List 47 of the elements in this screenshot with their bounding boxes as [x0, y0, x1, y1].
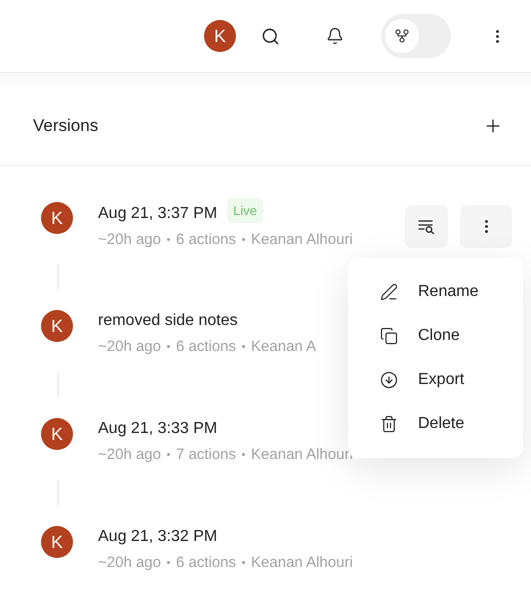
panel-title: Versions — [33, 116, 98, 136]
separator-dot — [242, 238, 246, 241]
version-title[interactable]: Aug 21, 3:33 PM — [98, 420, 218, 438]
author-avatar: K — [41, 202, 73, 234]
version-meta: 6 actions — [176, 231, 236, 248]
separator-dot — [166, 345, 170, 348]
separator-dot — [166, 561, 170, 564]
kebab-icon — [484, 220, 488, 233]
separator-dot — [242, 453, 246, 456]
menu-item[interactable]: Clone — [348, 314, 523, 358]
search-icon — [260, 26, 280, 46]
separator-dot — [242, 345, 246, 348]
version-meta: Keanan A — [251, 338, 316, 355]
version-meta: Keanan Alhouri — [251, 231, 353, 248]
author-avatar: K — [41, 526, 73, 558]
author-avatar: K — [41, 418, 73, 450]
version-title[interactable]: removed side notes — [98, 312, 238, 330]
version-title[interactable]: Aug 21, 3:37 PM — [98, 204, 218, 222]
version-meta: ~20h ago — [98, 231, 161, 248]
menu-item[interactable]: Export — [348, 358, 523, 402]
version-meta: Keanan Alhouri — [251, 446, 353, 463]
filter-search-button[interactable] — [405, 205, 448, 248]
version-meta: Keanan Alhouri — [251, 554, 353, 571]
version-meta: 6 actions — [176, 554, 236, 571]
branch-toggle[interactable] — [381, 14, 451, 58]
version-meta: ~20h ago — [98, 446, 161, 463]
separator-dot — [166, 453, 170, 456]
separator-dot — [242, 561, 246, 564]
bell-icon — [326, 27, 344, 45]
trash-icon — [380, 415, 398, 433]
live-badge: Live — [227, 198, 264, 223]
version-meta: 7 actions — [176, 446, 236, 463]
pencil-icon — [380, 283, 398, 301]
list-search-icon — [418, 219, 435, 234]
menu-item[interactable]: Delete — [348, 402, 523, 446]
menu-item[interactable]: Rename — [348, 270, 523, 314]
separator-dot — [166, 238, 170, 241]
user-avatar[interactable]: K — [204, 20, 236, 52]
branch-icon — [394, 28, 410, 44]
copy-icon — [380, 327, 398, 345]
version-title[interactable]: Aug 21, 3:32 PM — [98, 528, 218, 546]
version-meta: ~20h ago — [98, 554, 161, 571]
kebab-icon — [496, 30, 498, 42]
version-meta: ~20h ago — [98, 338, 161, 355]
version-meta: 6 actions — [176, 338, 236, 355]
author-avatar: K — [41, 310, 73, 342]
download-icon — [380, 371, 398, 389]
